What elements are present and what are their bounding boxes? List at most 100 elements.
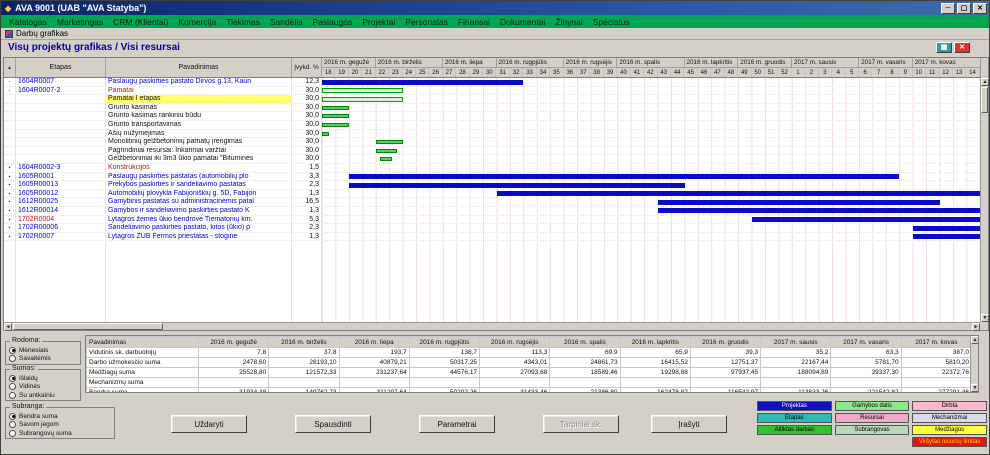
gantt-row[interactable]: Ašių nužymėjimas30,0 [4, 130, 980, 139]
summary-row[interactable]: Vidutinis sk. darbuotojų7,837,8193,7138,… [87, 348, 972, 358]
gantt-row[interactable]: ▪1702R0004Lytagros žemės ūkio bendrovė T… [4, 216, 980, 225]
gantt-vertical-scrollbar[interactable]: ▲ ▼ [980, 78, 988, 322]
menu-item-crm-klientai[interactable]: CRM (Klientai) [108, 17, 173, 27]
gantt-bar-task[interactable] [322, 132, 329, 136]
scroll-track[interactable] [981, 114, 988, 314]
gantt-bar-stage[interactable] [322, 88, 403, 93]
summary-column-header[interactable]: 2017 m. kovas [901, 337, 971, 348]
column-header-pavadinimas[interactable]: Pavadinimas [106, 58, 292, 77]
gantt-bar-project[interactable] [322, 80, 523, 85]
summary-column-header[interactable]: 2016 m. rugpjūtis [409, 337, 479, 348]
button-u-daryti[interactable]: Uždaryti [171, 415, 247, 433]
button-ra-yti[interactable]: Įrašyti [651, 415, 727, 433]
gantt-bar-task[interactable] [322, 114, 349, 118]
summary-row[interactable]: Medžiagų suma25528,80121572,33231237,644… [87, 368, 972, 378]
radio-option-savait-mis[interactable]: Savaitėmis [9, 355, 77, 364]
gantt-row[interactable]: Monolitinių gelžbetoninių pamatų įrengim… [4, 138, 980, 147]
summary-column-header[interactable]: 2016 m. birželis [269, 337, 339, 348]
summary-row[interactable]: Bendra suma31934,48149762,73311297,64502… [87, 388, 972, 394]
gantt-bar-project[interactable] [658, 208, 980, 213]
summary-vertical-scrollbar[interactable]: ▲ ▼ [970, 336, 978, 392]
gantt-row[interactable]: ▪1702R0007Lytagros ŽŪB Fermos priestatas… [4, 233, 980, 242]
radio-option-i-laid[interactable]: Išlaidų [9, 374, 77, 383]
gantt-row[interactable]: ▪1612R00014Gamybos ir sandėliavimo paski… [4, 207, 980, 216]
gantt-bar-task[interactable] [322, 106, 349, 110]
minimize-button[interactable]: ─ [941, 3, 955, 14]
gantt-row[interactable]: ▪1605R00012Automobilių plovykla Fabijoni… [4, 190, 980, 199]
gantt-bar-project[interactable] [497, 191, 980, 196]
button-spausdinti[interactable]: Spausdinti [295, 415, 371, 433]
gantt-bar-task[interactable] [376, 149, 397, 153]
menu-item-finansai[interactable]: Finansai [453, 17, 495, 27]
summary-column-header[interactable]: 2016 m. liepa [339, 337, 409, 348]
menu-item-projektai[interactable]: Projektai [357, 17, 400, 27]
menu-item-katalogas[interactable]: Katalogas [4, 17, 52, 27]
gantt-row[interactable]: Pamatai I etapas30,0 [4, 95, 980, 104]
menu-item-inynai[interactable]: Žinynai [550, 17, 587, 27]
gantt-bar-task[interactable] [322, 123, 349, 127]
scroll-right-icon[interactable]: ► [972, 323, 980, 331]
gantt-horizontal-scrollbar[interactable]: ◄ ► [4, 322, 980, 330]
gantt-bar-project[interactable] [349, 174, 900, 179]
summary-column-header[interactable]: 2016 m. spalis [550, 337, 620, 348]
summary-row[interactable]: Darbo užmokesčio suma2478,6028193,104087… [87, 358, 972, 368]
menu-item-personalas[interactable]: Personalas [400, 17, 453, 27]
gantt-row[interactable]: -1604R0007-2Pamatai30,0 [4, 87, 980, 96]
radio-option-subrangov-suma[interactable]: Subrangovų suma [9, 429, 111, 438]
gantt-row[interactable]: Pagrindiniai resursai: Inkariniai varžta… [4, 147, 980, 156]
gantt-bar-project[interactable] [913, 234, 980, 239]
summary-column-header[interactable]: 2017 m. sausis [761, 337, 831, 348]
scroll-track[interactable] [164, 323, 972, 330]
menu-item-komercija[interactable]: Komercija [173, 17, 221, 27]
summary-row[interactable]: Mechanizmų suma [87, 378, 972, 388]
scroll-down-icon[interactable]: ▼ [981, 314, 989, 322]
summary-column-header[interactable]: 2016 m. gegužė [199, 337, 269, 348]
radio-option-m-nesiais[interactable]: Mėnesiais [9, 346, 77, 355]
radio-option-vidin-s[interactable]: Vidinės [9, 383, 77, 392]
scroll-up-icon[interactable]: ▲ [971, 336, 979, 344]
radio-option-savom-j-gom[interactable]: Savom jėgom [9, 421, 111, 430]
menu-item-sand-lis[interactable]: Sandėlis [265, 17, 308, 27]
close-view-button[interactable]: ✕ [954, 42, 970, 53]
gantt-row[interactable]: ▪1605R00013Prekybos paskirties ir sandėl… [4, 181, 980, 190]
scroll-up-icon[interactable]: ▲ [981, 78, 989, 86]
summary-column-header[interactable]: Pavadinimas [87, 337, 199, 348]
menu-item-tiekimas[interactable]: Tiekimas [221, 17, 265, 27]
radio-option-su-antkainiu[interactable]: Su antkainiu [9, 391, 77, 400]
gantt-row[interactable]: ▪1605R0001Paslaugų paskirties pastatas (… [4, 173, 980, 182]
gantt-bar-project[interactable] [913, 226, 980, 231]
document-tab[interactable]: Darbų grafikas [1, 28, 989, 40]
vertical-scroll-thumb[interactable] [981, 87, 988, 113]
horizontal-scroll-thumb[interactable] [13, 323, 163, 330]
gantt-bar-task[interactable] [376, 140, 403, 144]
menu-item-dokumentai[interactable]: Dokumentai [495, 17, 550, 27]
scroll-left-icon[interactable]: ◄ [4, 323, 12, 331]
gantt-row[interactable]: Grunto kasimas rankiniu būdu30,0 [4, 112, 980, 121]
menu-item-specialus[interactable]: Specialus [588, 17, 635, 27]
menu-item-paslaugos[interactable]: Paslaugos [308, 17, 358, 27]
gantt-row[interactable]: ▪1604R0002-3Konstrukcijos1,5 [4, 164, 980, 173]
button-parametrai[interactable]: Parametrai [419, 415, 495, 433]
gantt-bar-project[interactable] [658, 200, 940, 205]
gantt-bar-stage[interactable] [322, 97, 403, 102]
gantt-row[interactable]: -1604R0007Paslaugų paskirties pastato Di… [4, 78, 980, 87]
summary-column-header[interactable]: 2016 m. gruodis [690, 337, 760, 348]
gantt-row[interactable]: Gelžbetoniniai iki 3m3 ūkio pamatai "Bit… [4, 155, 980, 164]
scroll-down-icon[interactable]: ▼ [971, 384, 979, 392]
column-header-ivykd[interactable]: Įvykd. % [292, 58, 322, 77]
restore-view-button[interactable]: ▦ [936, 42, 952, 53]
summary-column-header[interactable]: 2016 m. rugsėjis [480, 337, 550, 348]
close-button[interactable]: ✕ [973, 3, 987, 14]
maximize-button[interactable]: ▢ [957, 3, 971, 14]
column-header-etapas[interactable]: Etapas [16, 58, 106, 77]
radio-option-bendra-suma[interactable]: Bendra suma [9, 412, 111, 421]
gantt-bar-project[interactable] [752, 217, 980, 222]
gantt-row[interactable]: ▪1612R00025Gamybinis pastatas su adminis… [4, 198, 980, 207]
menu-item-marketingas[interactable]: Marketingas [52, 17, 108, 27]
gantt-row[interactable]: Grunto transportavimas30,0 [4, 121, 980, 130]
gantt-row[interactable]: Grunto kasimas30,0 [4, 104, 980, 113]
summary-column-header[interactable]: 2017 m. vasaris [831, 337, 901, 348]
gantt-bar-task[interactable] [380, 157, 392, 161]
summary-column-header[interactable]: 2016 m. lapkritis [620, 337, 690, 348]
gantt-row[interactable]: ▪1702R00006Sandėliavimo paskirties pasta… [4, 224, 980, 233]
